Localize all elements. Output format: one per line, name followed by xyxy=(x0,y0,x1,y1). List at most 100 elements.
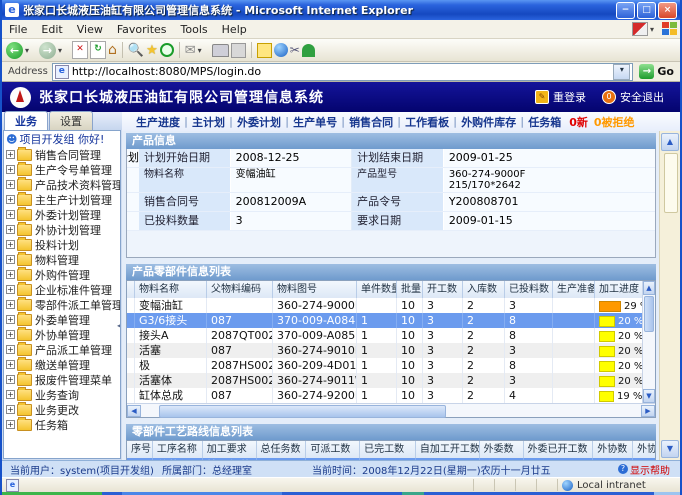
forward-dropdown-icon[interactable]: ▾ xyxy=(58,46,62,55)
column-header[interactable]: 总任务数 xyxy=(257,441,307,458)
nav-item-5[interactable]: 工作看板 xyxy=(401,114,453,130)
column-header[interactable] xyxy=(127,281,135,298)
sidebar-tab-业务[interactable]: 业务 xyxy=(4,111,48,130)
sidebar-item-15[interactable]: +报废件管理菜单 xyxy=(4,372,120,387)
relogin-button[interactable]: ✎ 重登录 xyxy=(535,89,586,105)
expand-icon[interactable]: + xyxy=(6,270,15,279)
expand-icon[interactable]: + xyxy=(6,210,15,219)
column-header[interactable]: 批量 xyxy=(397,281,423,298)
sidebar-item-11[interactable]: +外委单管理 xyxy=(4,312,120,327)
menu-item-edit[interactable]: Edit xyxy=(34,23,69,36)
scroll-right-icon[interactable]: ▶ xyxy=(641,405,655,417)
scroll-left-icon[interactable]: ◀ xyxy=(127,405,141,417)
column-header[interactable]: 物料名称 xyxy=(135,281,207,298)
scroll-thumb[interactable] xyxy=(664,153,678,213)
parts-row-2[interactable]: 接头A2087QT002370-009-A085011032820 % xyxy=(127,328,642,343)
sidebar-item-10[interactable]: +零部件派工单管理 xyxy=(4,297,120,312)
sidebar-item-3[interactable]: +主生产计划管理 xyxy=(4,192,120,207)
expand-icon[interactable]: + xyxy=(6,180,15,189)
sidebar-item-2[interactable]: +产品技术资料管理 xyxy=(4,177,120,192)
sidebar-item-12[interactable]: +外协单管理 xyxy=(4,327,120,342)
menu-item-view[interactable]: View xyxy=(70,23,110,36)
column-header[interactable]: 已投料数 xyxy=(505,281,553,298)
main-vertical-scrollbar[interactable]: ▲ ▼ xyxy=(659,131,680,460)
column-header[interactable]: 加工要求 xyxy=(203,441,257,458)
scroll-up-icon[interactable]: ▲ xyxy=(643,281,655,295)
nav-item-7[interactable]: 任务箱 xyxy=(524,114,565,130)
parts-horizontal-scrollbar[interactable]: ◀ ▶ xyxy=(127,403,655,417)
parts-row-6[interactable]: 缸体总成087360-274-9200F11032419 % xyxy=(127,388,642,403)
sidebar-item-18[interactable]: +任务箱 xyxy=(4,417,120,432)
print-icon[interactable] xyxy=(212,41,229,59)
edit-icon[interactable] xyxy=(231,41,246,59)
expand-icon[interactable]: + xyxy=(6,150,15,159)
scroll-down-icon[interactable]: ▼ xyxy=(643,389,655,403)
sidebar-item-5[interactable]: +外协计划管理 xyxy=(4,222,120,237)
expand-icon[interactable]: + xyxy=(6,285,15,294)
column-header[interactable]: 加工进度 xyxy=(595,281,642,298)
column-header[interactable]: 可派工数 xyxy=(306,441,360,458)
forward-icon[interactable]: → xyxy=(39,41,56,59)
column-header[interactable]: 序号 xyxy=(127,441,153,458)
column-header[interactable]: 外协数 xyxy=(593,441,633,458)
expand-icon[interactable]: + xyxy=(6,315,15,324)
route-table-row[interactable]: 1总装按图组装10205300 xyxy=(127,458,655,460)
mail-dropdown-icon[interactable]: ▾ xyxy=(198,46,202,55)
address-input[interactable]: e http://localhost:8080/MPS/login.do ▾ xyxy=(52,63,634,81)
messenger-globe-icon[interactable] xyxy=(274,41,288,59)
expand-icon[interactable]: + xyxy=(6,330,15,339)
column-header[interactable]: 开工数 xyxy=(423,281,463,298)
column-header[interactable]: 父物料编码 xyxy=(207,281,273,298)
nav-item-0[interactable]: 生产进度 xyxy=(132,114,184,130)
scroll-down-icon[interactable]: ▼ xyxy=(661,440,679,458)
home-icon[interactable]: ⌂ xyxy=(108,41,117,59)
notes-icon[interactable] xyxy=(257,41,272,59)
minimize-button[interactable]: − xyxy=(616,2,635,19)
nav-item-3[interactable]: 生产单号 xyxy=(289,114,341,130)
column-header[interactable]: 单件数量 xyxy=(357,281,397,298)
menu-item-tools[interactable]: Tools xyxy=(174,23,215,36)
parts-row-0[interactable]: 变幅油缸360-274-9000F1032329 % xyxy=(127,298,642,313)
menu-item-file[interactable]: File xyxy=(2,23,34,36)
nav-item-2[interactable]: 外委计划 xyxy=(233,114,285,130)
maximize-button[interactable]: □ xyxy=(637,2,656,19)
sidebar-item-6[interactable]: +投料计划 xyxy=(4,237,120,252)
sidebar-tab-设置[interactable]: 设置 xyxy=(49,111,93,130)
sidebar-item-8[interactable]: +外购件管理 xyxy=(4,267,120,282)
parts-vertical-scrollbar[interactable]: ▲ ▼ xyxy=(642,281,655,403)
expand-icon[interactable]: + xyxy=(6,225,15,234)
expand-icon[interactable]: + xyxy=(6,420,15,429)
sidebar-item-4[interactable]: +外委计划管理 xyxy=(4,207,120,222)
column-header[interactable]: 物料图号 xyxy=(273,281,357,298)
nav-item-1[interactable]: 主计划 xyxy=(188,114,229,130)
tools-icon[interactable]: ✂ xyxy=(290,41,300,59)
back-icon[interactable]: ← xyxy=(6,41,23,59)
expand-icon[interactable]: + xyxy=(6,345,15,354)
close-button[interactable]: × xyxy=(658,2,677,19)
address-url[interactable]: http://localhost:8080/MPS/login.do xyxy=(72,65,614,78)
scroll-up-icon[interactable]: ▲ xyxy=(661,133,679,151)
show-help-link[interactable]: ? 显示帮助 xyxy=(618,462,670,477)
go-button[interactable]: → Go xyxy=(639,64,674,79)
column-header[interactable]: 外委已开工数 xyxy=(524,441,594,458)
stop-icon[interactable]: ✕ xyxy=(72,41,88,59)
research-icon[interactable] xyxy=(302,41,315,59)
expand-icon[interactable]: + xyxy=(6,360,15,369)
column-header[interactable]: 已完工数 xyxy=(360,441,416,458)
sidebar-item-16[interactable]: +业务查询 xyxy=(4,387,120,402)
expand-icon[interactable]: + xyxy=(6,375,15,384)
expand-icon[interactable]: + xyxy=(6,240,15,249)
column-header[interactable]: 工序名称 xyxy=(153,441,203,458)
logout-button[interactable]: 0 安全退出 xyxy=(602,89,664,105)
parts-row-3[interactable]: 活塞087360-274-9010F11032320 % xyxy=(127,343,642,358)
sidebar-item-1[interactable]: +生产令号单管理 xyxy=(4,162,120,177)
sidebar-item-9[interactable]: +企业标准件管理 xyxy=(4,282,120,297)
sidebar-item-17[interactable]: +业务更改 xyxy=(4,402,120,417)
refresh-icon[interactable]: ↻ xyxy=(90,41,106,59)
sidebar-item-13[interactable]: +产品派工单管理 xyxy=(4,342,120,357)
expand-icon[interactable]: + xyxy=(6,165,15,174)
sidebar-item-14[interactable]: +缴送单管理 xyxy=(4,357,120,372)
history-icon[interactable] xyxy=(160,41,174,59)
address-dropdown-icon[interactable]: ▾ xyxy=(613,64,630,80)
expand-icon[interactable]: + xyxy=(6,195,15,204)
